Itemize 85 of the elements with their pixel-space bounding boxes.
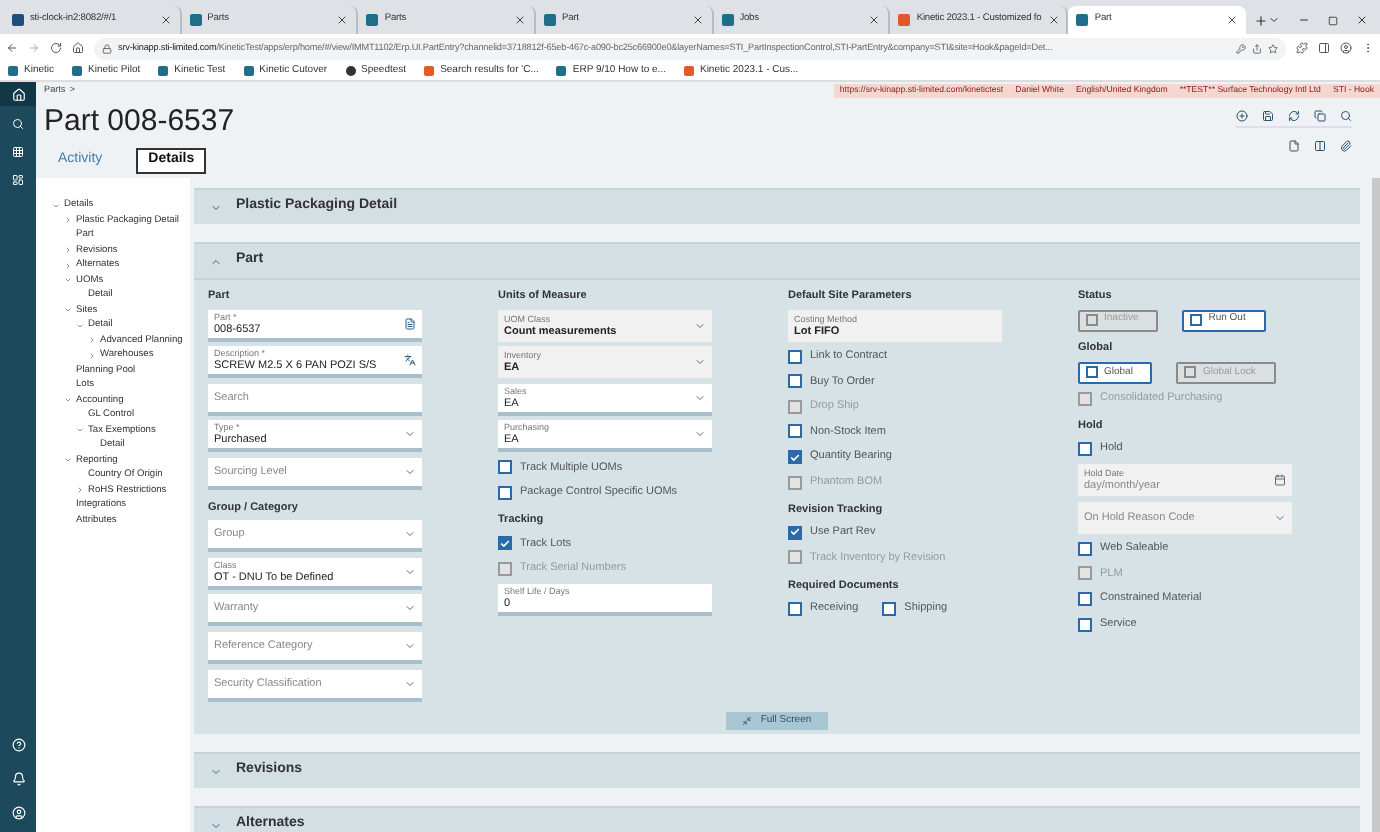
chevron-down-icon [404, 602, 416, 615]
chevron-down-icon [404, 428, 416, 441]
maximize-icon[interactable] [1328, 15, 1338, 25]
checkbox[interactable] [882, 601, 897, 616]
close-icon[interactable] [336, 14, 349, 26]
chevron-down-icon [210, 201, 222, 213]
checkbox[interactable] [788, 349, 802, 364]
refresh-icon[interactable] [1288, 110, 1300, 122]
checkbox[interactable] [1078, 592, 1092, 607]
checkbox[interactable] [1078, 442, 1092, 457]
close-icon[interactable] [159, 14, 172, 26]
grid-icon[interactable] [12, 146, 24, 158]
dashboard-icon[interactable] [12, 174, 24, 186]
bookmark-icon [556, 66, 567, 76]
checkbox[interactable] [788, 525, 802, 540]
checkbox[interactable] [498, 460, 512, 475]
arrows-icon [742, 716, 753, 726]
extensions-icon[interactable] [1296, 42, 1308, 54]
add-icon[interactable] [1236, 110, 1248, 122]
close-icon[interactable] [1356, 14, 1368, 26]
chevron-down-icon [694, 391, 706, 404]
chevron-down-icon [404, 528, 416, 541]
translate-icon [404, 354, 416, 367]
document-icon[interactable] [1288, 140, 1300, 152]
checkbox[interactable] [1078, 617, 1092, 632]
copy-icon[interactable] [1314, 110, 1326, 122]
document-icon [404, 317, 416, 330]
chevron-down-icon [404, 465, 416, 478]
checkbox[interactable] [498, 536, 512, 551]
checkbox[interactable] [788, 424, 802, 439]
back-icon[interactable] [6, 42, 18, 54]
new-tab-icon[interactable] [1254, 14, 1268, 28]
bookmark-icon [8, 66, 18, 76]
chevron-down-icon [694, 428, 706, 441]
minimize-icon[interactable] [1298, 14, 1310, 26]
favicon-icon [898, 14, 911, 26]
checkbox[interactable] [788, 601, 802, 616]
checkbox[interactable] [788, 374, 802, 389]
panel-icon[interactable] [1314, 140, 1326, 152]
chevron-down-icon [210, 765, 222, 777]
page-title: Part 008-6537 [44, 102, 235, 142]
chevron-down-icon [694, 356, 706, 369]
close-icon[interactable] [1047, 14, 1060, 26]
checkbox[interactable] [788, 450, 802, 465]
bookmark-icon [158, 66, 169, 76]
home-icon[interactable] [72, 42, 84, 54]
close-icon[interactable] [514, 14, 527, 26]
favicon-icon [721, 14, 734, 26]
share-icon[interactable] [1252, 43, 1262, 53]
chevron-down-icon [404, 565, 416, 578]
bookmark-icon [72, 66, 83, 76]
chevron-down-icon [694, 319, 706, 332]
close-icon[interactable] [1226, 14, 1239, 26]
close-icon[interactable] [868, 14, 881, 26]
side-panel-icon[interactable] [1318, 42, 1330, 54]
chevron-up-icon [210, 255, 222, 267]
chevron-down-icon [404, 639, 416, 652]
bell-icon[interactable] [11, 772, 25, 786]
help-icon[interactable] [11, 738, 25, 752]
lock-icon[interactable] [102, 43, 112, 53]
save-icon[interactable] [1262, 110, 1274, 122]
star-icon[interactable] [1268, 43, 1278, 53]
chevron-down-icon [210, 819, 222, 831]
checkbox[interactable] [1078, 541, 1092, 556]
chevron-down-icon [1274, 511, 1286, 524]
chevron-down-icon [404, 677, 416, 690]
attachment-icon[interactable] [1340, 140, 1352, 152]
reload-icon[interactable] [50, 42, 62, 54]
user-icon[interactable] [11, 806, 25, 820]
favicon-icon [544, 14, 557, 26]
calendar-icon [1274, 474, 1286, 487]
search-icon[interactable] [1340, 110, 1352, 122]
bookmark-icon [424, 66, 435, 76]
profile-icon[interactable] [1340, 42, 1352, 54]
close-icon[interactable] [691, 14, 704, 26]
favicon-icon [1076, 14, 1089, 26]
favicon-icon [189, 14, 202, 26]
key-icon[interactable] [1236, 43, 1246, 53]
favicon-icon [12, 14, 24, 26]
checkbox[interactable] [498, 486, 512, 501]
bookmark-icon [345, 66, 356, 76]
chevron-down-icon[interactable] [1268, 14, 1280, 26]
favicon-icon [366, 14, 379, 26]
bookmark-icon [683, 66, 694, 76]
bookmark-icon [243, 66, 254, 76]
